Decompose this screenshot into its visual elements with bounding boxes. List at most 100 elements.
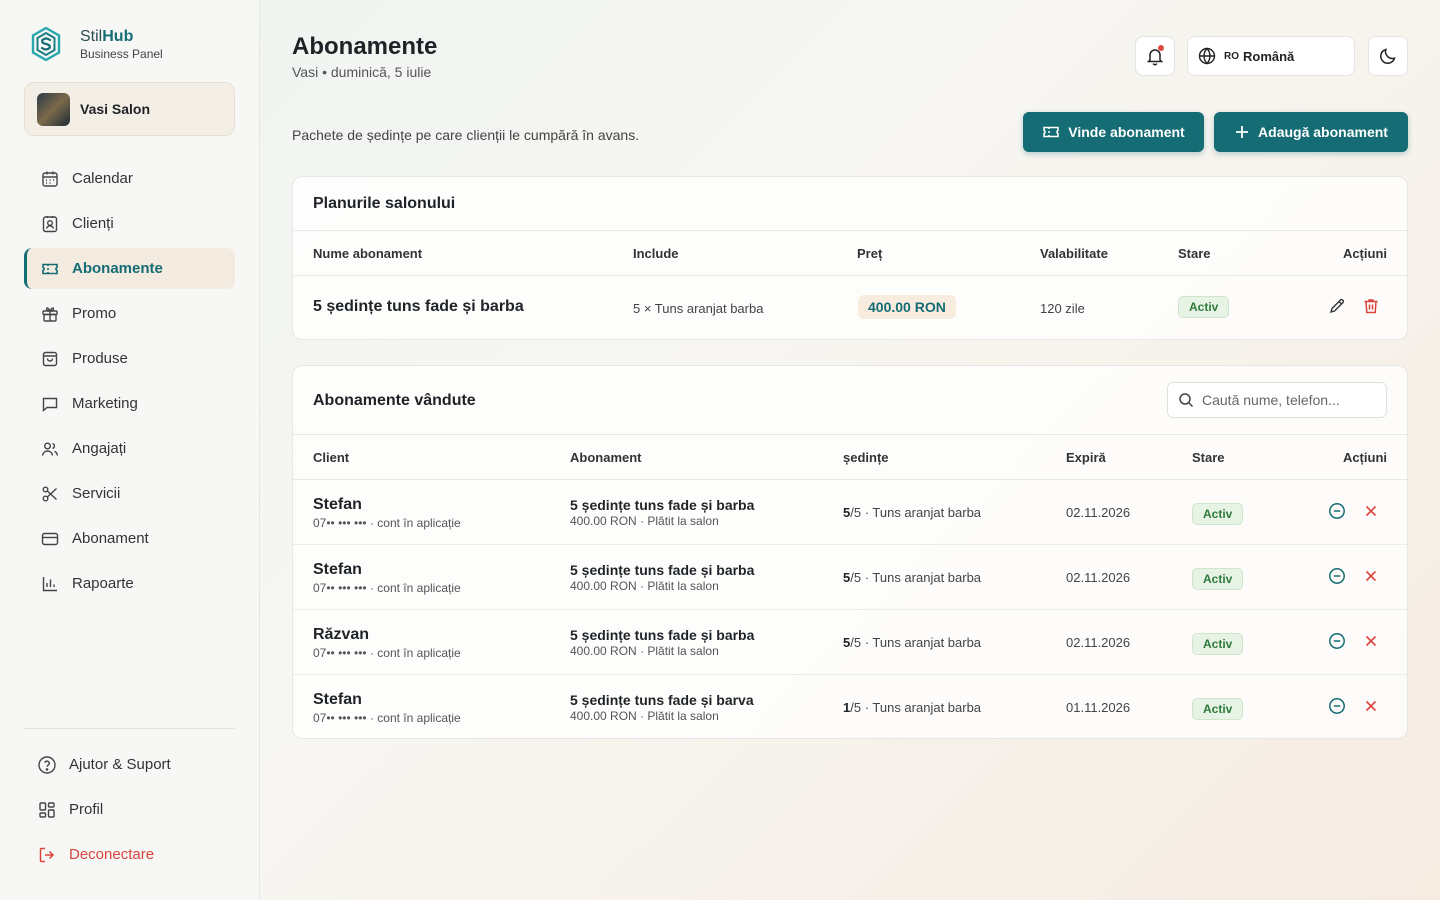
sidebar-item-services[interactable]: Servicii [24, 473, 235, 514]
cancel-subscription-button[interactable] [1362, 697, 1380, 715]
cancel-subscription-button[interactable] [1362, 502, 1380, 520]
status-badge: Activ [1192, 568, 1244, 590]
sell-subscription-button[interactable]: Vinde abonament [1023, 112, 1204, 152]
sidebar-item-subscriptions[interactable]: Abonamente [24, 248, 235, 289]
language-code: RO [1224, 50, 1239, 62]
sidebar-item-marketing[interactable]: Marketing [24, 383, 235, 424]
salon-switcher[interactable]: Vasi Salon [24, 82, 235, 136]
client-cell: Stefan 07•• ••• ••• · cont în aplicație [313, 691, 461, 725]
delete-plan-button[interactable] [1362, 297, 1380, 315]
sidebar-item-clients[interactable]: Clienți [24, 203, 235, 244]
column-header: Expiră [1066, 450, 1106, 465]
subscription-detail: 400.00 RON · Plătit la salon [570, 644, 719, 658]
sessions-total: /5 [850, 505, 862, 520]
page-title: Abonamente [292, 33, 438, 60]
table-row[interactable]: Stefan 07•• ••• ••• · cont în aplicație … [293, 545, 1407, 610]
table-row[interactable]: Răzvan 07•• ••• ••• · cont în aplicație … [293, 610, 1407, 675]
plan-name: 5 ședințe tuns fade și barba [313, 298, 524, 315]
minus-circle-icon [1329, 503, 1345, 519]
sidebar-item-help[interactable]: Ajutor & Suport [24, 744, 235, 785]
globe-icon [1198, 47, 1216, 65]
sidebar-item-reports[interactable]: Rapoarte [24, 563, 235, 604]
plus-icon [1234, 124, 1250, 140]
subscription-detail: 400.00 RON · Plătit la salon [570, 709, 719, 723]
deduct-session-button[interactable] [1328, 632, 1346, 650]
column-header: Preț [857, 246, 883, 261]
cancel-subscription-button[interactable] [1362, 632, 1380, 650]
column-header: Stare [1178, 246, 1211, 261]
status-badge: Activ [1192, 503, 1244, 525]
column-header: Include [633, 246, 679, 261]
plan-includes: 5 × Tuns aranjat barba [633, 301, 764, 316]
logout-icon [37, 845, 57, 865]
deduct-session-button[interactable] [1328, 502, 1346, 520]
plan-validity: 120 zile [1040, 301, 1085, 316]
users-icon [40, 439, 60, 459]
brand[interactable]: StilHub Business Panel [28, 26, 163, 62]
client-name: Răzvan [313, 626, 370, 643]
gift-icon [40, 304, 60, 324]
subscription-detail: 400.00 RON · Plătit la salon [570, 579, 719, 593]
theme-toggle[interactable] [1368, 36, 1408, 76]
column-header: Client [313, 450, 350, 465]
contact-card-icon [40, 214, 60, 234]
subscription-cell: 5 ședințe tuns fade și barva 400.00 RON … [570, 692, 754, 723]
language-selector[interactable]: RO Română [1187, 36, 1355, 76]
subscription-detail: 400.00 RON · Plătit la salon [570, 514, 719, 528]
salon-plans-card: Planurile salonului Nume abonament Inclu… [292, 176, 1408, 340]
deduct-session-button[interactable] [1328, 567, 1346, 585]
sessions-total: /5 [850, 700, 862, 715]
minus-circle-icon [1329, 698, 1345, 714]
client-name: Stefan [313, 691, 362, 708]
sidebar-item-label: Promo [72, 305, 117, 322]
sessions-service: · Tuns aranjat barba [861, 570, 982, 585]
calendar-icon [40, 169, 60, 189]
sidebar-item-label: Angajați [72, 440, 127, 457]
close-icon [1365, 505, 1377, 517]
search-input[interactable] [1202, 392, 1382, 408]
ticket-icon [1042, 123, 1060, 141]
notification-dot [1158, 45, 1164, 51]
cancel-subscription-button[interactable] [1362, 567, 1380, 585]
add-button-label: Adaugă abonament [1258, 124, 1388, 140]
sessions-cell: 5/5 · Tuns aranjat barba [843, 505, 981, 520]
sidebar-item-label: Profil [69, 801, 104, 818]
sidebar-item-logout[interactable]: Deconectare [24, 834, 235, 875]
subscription-cell: 5 ședințe tuns fade și barba 400.00 RON … [570, 627, 754, 658]
column-header: Valabilitate [1040, 246, 1108, 261]
sidebar-item-label: Abonament [72, 530, 149, 547]
sell-button-label: Vinde abonament [1068, 124, 1185, 140]
add-subscription-button[interactable]: Adaugă abonament [1214, 112, 1408, 152]
deduct-session-button[interactable] [1328, 697, 1346, 715]
table-row[interactable]: Stefan 07•• ••• ••• · cont în aplicație … [293, 480, 1407, 545]
notifications-button[interactable] [1135, 36, 1175, 76]
table-header: Client Abonament ședințe Expiră Stare Ac… [293, 434, 1407, 480]
client-cell: Stefan 07•• ••• ••• · cont în aplicație [313, 496, 461, 530]
client-phone: 07•• ••• ••• · cont în aplicație [313, 646, 461, 660]
sidebar-item-label: Abonamente [72, 260, 163, 277]
edit-plan-button[interactable] [1328, 297, 1346, 315]
sidebar-item-employees[interactable]: Angajați [24, 428, 235, 469]
sidebar-item-label: Ajutor & Suport [69, 756, 171, 773]
sidebar-item-plan[interactable]: Abonament [24, 518, 235, 559]
pencil-icon [1329, 298, 1345, 314]
sidebar-item-promo[interactable]: Promo [24, 293, 235, 334]
sidebar: StilHub Business Panel Vasi Salon Calend… [0, 0, 260, 900]
table-row[interactable]: 5 ședințe tuns fade și barba 5 × Tuns ar… [293, 276, 1407, 339]
salon-name: Vasi Salon [80, 101, 151, 117]
search-box[interactable] [1167, 382, 1387, 418]
minus-circle-icon [1329, 633, 1345, 649]
sidebar-item-profile[interactable]: Profil [24, 789, 235, 830]
table-row[interactable]: Stefan 07•• ••• ••• · cont în aplicație … [293, 675, 1407, 738]
sidebar-item-products[interactable]: Produse [24, 338, 235, 379]
sidebar-item-label: Deconectare [69, 846, 155, 863]
table-header: Nume abonament Include Preț Valabilitate… [293, 230, 1407, 276]
client-name: Stefan [313, 496, 362, 513]
moon-icon [1380, 48, 1396, 64]
client-name: Stefan [313, 561, 362, 578]
sessions-service: · Tuns aranjat barba [861, 700, 982, 715]
main-nav: Calendar Clienți Abonamente Promo Produs… [24, 158, 235, 608]
column-header: ședințe [843, 450, 889, 465]
sidebar-item-calendar[interactable]: Calendar [24, 158, 235, 199]
close-icon [1365, 570, 1377, 582]
